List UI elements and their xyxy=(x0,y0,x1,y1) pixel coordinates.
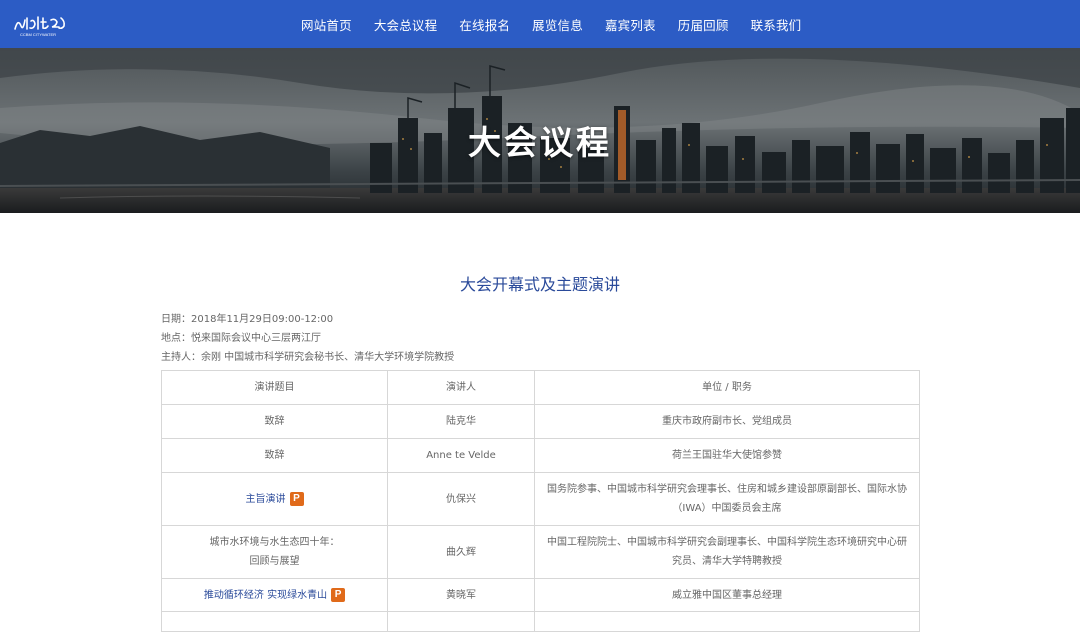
topic-cell: 推动循环经济 实现绿水青山 P xyxy=(161,578,388,612)
table-row xyxy=(161,611,920,632)
topic-cell: 致辞 xyxy=(161,404,388,439)
table-header-row: 演讲题目 演讲人 单位 / 职务 xyxy=(161,370,920,405)
nav-agenda[interactable]: 大会总议程 xyxy=(374,15,438,34)
topic-link[interactable]: 主旨演讲 xyxy=(246,494,286,505)
speaker-cell: 陆克华 xyxy=(387,404,535,439)
speaker-cell: 曲久辉 xyxy=(387,525,535,579)
logo-mark-icon: CCBM CITYWATER xyxy=(14,16,65,37)
ppt-download-icon[interactable]: P xyxy=(331,587,346,602)
nav-registration[interactable]: 在线报名 xyxy=(459,15,510,34)
agenda-table: 演讲题目 演讲人 单位 / 职务 致辞 陆克华 重庆市政府副市长、党组成员 致辞… xyxy=(161,370,920,632)
table-row: 主旨演讲 P 仇保兴 国务院参事、中国城市科学研究会理事长、住房和城乡建设部原副部… xyxy=(161,472,920,526)
organization-cell xyxy=(534,611,920,632)
session-title: 大会开幕式及主题演讲 xyxy=(459,275,620,294)
organization-cell: 国务院参事、中国城市科学研究会理事长、住房和城乡建设部原副部长、国际水协 （IW… xyxy=(534,472,920,526)
nav-guests[interactable]: 嘉宾列表 xyxy=(605,15,656,34)
organization-cell: 重庆市政府副市长、党组成员 xyxy=(534,404,920,439)
nav-home[interactable]: 网站首页 xyxy=(301,15,352,34)
organization-cell: 中国工程院院士、中国城市科学研究会副理事长、中国科学院生态环境研究中心研 究员、… xyxy=(534,525,920,579)
table-row: 城市水环境与水生态四十年： 回顾与展望 曲久辉 中国工程院院士、中国城市科学研究… xyxy=(161,525,920,579)
top-navigation-bar: CCBM CITYWATER 网站首页 大会总议程 在线报名 展览信息 嘉宾列表… xyxy=(0,0,1080,48)
topic-cell: 城市水环境与水生态四十年： 回顾与展望 xyxy=(161,525,388,579)
speaker-cell xyxy=(387,611,535,632)
hero-banner: 大会议程 xyxy=(0,48,1080,213)
ppt-download-icon[interactable]: P xyxy=(289,491,304,506)
speaker-cell: Anne te Velde xyxy=(387,438,535,473)
session-venue: 地点：悦来国际会议中心三层两江厅 xyxy=(161,333,321,344)
topic-cell xyxy=(161,611,388,632)
page-title: 大会议程 xyxy=(468,123,612,162)
topic-line: 回顾与展望 xyxy=(249,556,300,567)
speaker-cell: 黄晓军 xyxy=(387,578,535,612)
organization-cell: 威立雅中国区董事总经理 xyxy=(534,578,920,612)
nav-past-events[interactable]: 历届回顾 xyxy=(678,15,729,34)
table-row: 致辞 陆克华 重庆市政府副市长、党组成员 xyxy=(161,404,920,439)
organization-line: 中国工程院院士、中国城市科学研究会副理事长、中国科学院生态环境研究中心研 xyxy=(547,537,907,548)
session-date: 日期：2018年11月29日09:00-12:00 xyxy=(161,314,334,325)
site-logo[interactable]: CCBM CITYWATER xyxy=(12,12,70,38)
topic-cell: 主旨演讲 P xyxy=(161,472,388,526)
topic-link[interactable]: 推动循环经济 实现绿水青山 xyxy=(204,590,327,601)
column-header-organization: 单位 / 职务 xyxy=(534,370,920,405)
topic-line: 城市水环境与水生态四十年： xyxy=(209,537,340,548)
table-row: 致辞 Anne te Velde 荷兰王国驻华大使馆参赞 xyxy=(161,438,920,473)
session-host: 主持人：余刚 中国城市科学研究会秘书长、清华大学环境学院教授 xyxy=(161,352,455,363)
speaker-cell: 仇保兴 xyxy=(387,472,535,526)
column-header-speaker: 演讲人 xyxy=(387,370,535,405)
table-row: 推动循环经济 实现绿水青山 P 黄晓军 威立雅中国区董事总经理 xyxy=(161,578,920,612)
organization-line: 国务院参事、中国城市科学研究会理事长、住房和城乡建设部原副部长、国际水协 xyxy=(547,484,907,495)
organization-cell: 荷兰王国驻华大使馆参赞 xyxy=(534,438,920,473)
topic-cell: 致辞 xyxy=(161,438,388,473)
main-menu: 网站首页 大会总议程 在线报名 展览信息 嘉宾列表 历届回顾 联系我们 xyxy=(301,0,823,48)
svg-text:CCBM CITYWATER: CCBM CITYWATER xyxy=(20,32,56,37)
organization-line: （IWA）中国委员会主席 xyxy=(672,503,782,514)
organization-line: 究员、清华大学特聘教授 xyxy=(672,556,782,567)
nav-exhibition[interactable]: 展览信息 xyxy=(532,15,583,34)
nav-contact[interactable]: 联系我们 xyxy=(751,15,802,34)
column-header-topic: 演讲题目 xyxy=(161,370,388,405)
